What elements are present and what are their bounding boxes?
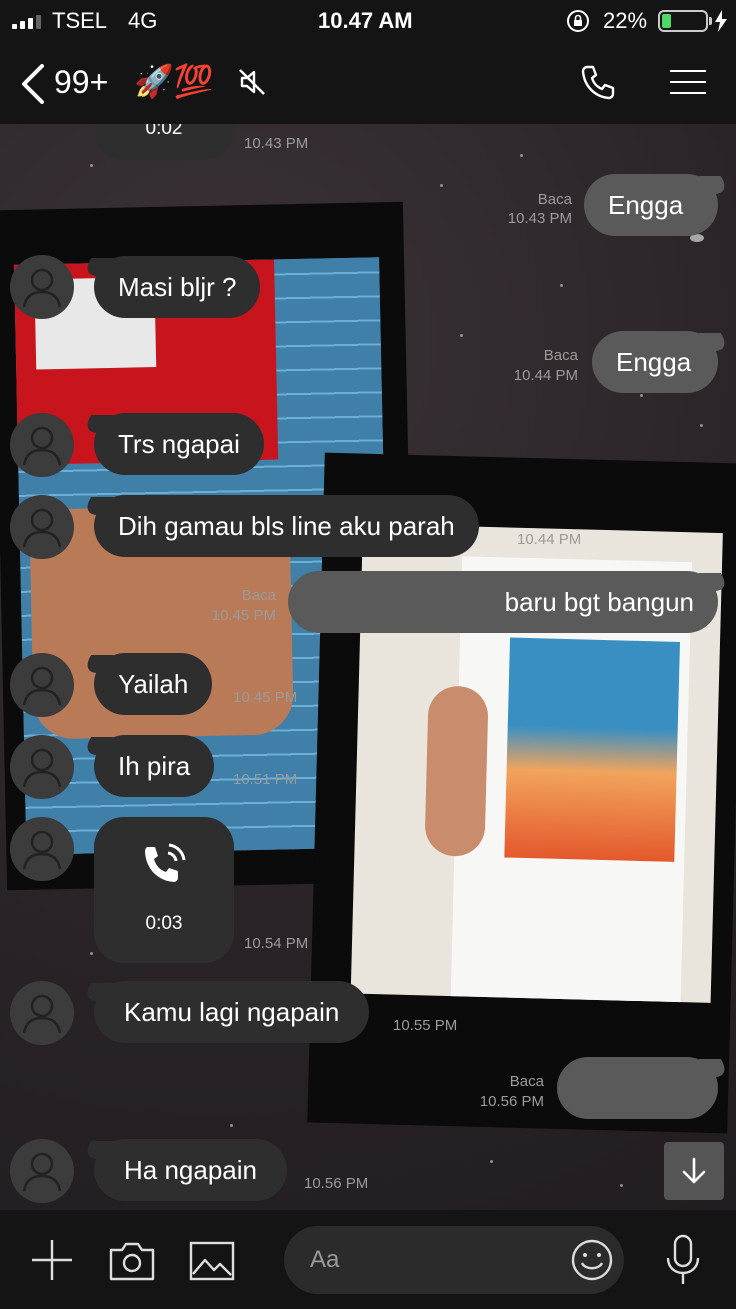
camera-icon[interactable] (108, 1240, 156, 1287)
message-time: 10.56 PM (479, 1093, 544, 1110)
network-label: 4G (128, 8, 158, 33)
signal-icon (12, 13, 41, 29)
call-bubble[interactable]: 0:03 (94, 817, 234, 963)
avatar[interactable] (10, 981, 74, 1045)
message-bubble-incoming[interactable]: Yailah (94, 653, 213, 715)
message-bubble-incoming[interactable]: Ih pira (94, 735, 215, 797)
avatar[interactable] (10, 1139, 74, 1203)
call-duration: 0:02 (145, 124, 183, 139)
status-bar: TSEL 4G 10.47 AM 22% (0, 0, 736, 44)
phone-icon[interactable] (578, 62, 618, 107)
microphone-icon[interactable] (664, 1234, 702, 1291)
message-bubble-incoming[interactable]: Kamu lagi ngapain (94, 981, 370, 1043)
message-bubble-incoming[interactable]: Masi bljr ? (94, 256, 261, 318)
message-time: 10.55 PM (393, 1017, 458, 1034)
avatar[interactable] (10, 653, 74, 717)
menu-icon[interactable] (670, 68, 706, 96)
message-bubble-outgoing[interactable] (557, 1057, 718, 1119)
battery-percent: 22% (603, 8, 648, 33)
message-time: 10.43 PM (507, 210, 572, 227)
avatar[interactable] (10, 817, 74, 881)
message-input[interactable]: Aa (284, 1226, 624, 1294)
read-status: Baca (509, 1073, 544, 1090)
avatar[interactable] (10, 413, 74, 477)
call-bubble[interactable]: 0:02 (94, 124, 234, 160)
avatar[interactable] (10, 255, 74, 319)
message-bubble-incoming[interactable]: Trs ngapai (94, 413, 264, 475)
charging-icon (714, 10, 728, 37)
battery-level (662, 14, 671, 28)
chat-title: 🚀💯 (134, 63, 214, 99)
message-list[interactable]: 0:02 10.43 PM Baca 10.43 PM Engga Masi b… (0, 124, 736, 1210)
message-bubble-incoming[interactable]: Ha ngapain (94, 1139, 287, 1201)
emoji-icon[interactable] (570, 1238, 614, 1287)
plus-icon[interactable] (30, 1238, 74, 1287)
message-time: 10.45 PM (211, 607, 276, 624)
battery-icon (658, 10, 712, 32)
message-input-placeholder: Aa (310, 1246, 340, 1273)
message-time: 10.44 PM (513, 367, 578, 384)
read-status: Baca (543, 347, 578, 364)
scroll-to-bottom-button[interactable] (664, 1142, 724, 1200)
carrier-label: TSEL (52, 8, 108, 33)
rotation-lock-icon (566, 9, 590, 38)
call-duration: 0:03 (145, 913, 183, 934)
arrow-down-icon (679, 1156, 709, 1191)
mute-icon[interactable] (236, 66, 268, 103)
input-bar: Aa (0, 1210, 736, 1309)
message-bubble-outgoing[interactable]: baru bgt bangun (288, 571, 718, 633)
image-icon[interactable] (189, 1240, 235, 1287)
chevron-left-icon[interactable] (18, 64, 48, 104)
clock: 10.47 AM (318, 8, 413, 33)
message-time: 10.51 PM (233, 771, 298, 788)
message-time: 10.45 PM (233, 689, 298, 706)
message-time: 10.44 PM (517, 531, 582, 548)
call-ended-icon (138, 839, 190, 896)
message-time: 10.56 PM (304, 1175, 369, 1192)
message-bubble-incoming[interactable]: Dih gamau bls line aku parah (94, 495, 479, 557)
read-status: Baca (537, 191, 572, 208)
message-time: 10.43 PM (244, 135, 309, 152)
avatar[interactable] (10, 495, 74, 559)
read-status: Baca (241, 587, 276, 604)
message-bubble-outgoing[interactable]: Engga (584, 174, 718, 236)
message-bubble-outgoing[interactable]: Engga (592, 331, 718, 393)
message-time: 10.54 PM (244, 935, 309, 952)
avatar[interactable] (10, 735, 74, 799)
chat-screen: TSEL 4G 10.47 AM 22% 99+ 🚀💯 0:02 10.43 P… (0, 0, 736, 1309)
chat-header: 99+ 🚀💯 (0, 44, 736, 124)
unread-count[interactable]: 99+ (54, 64, 108, 101)
